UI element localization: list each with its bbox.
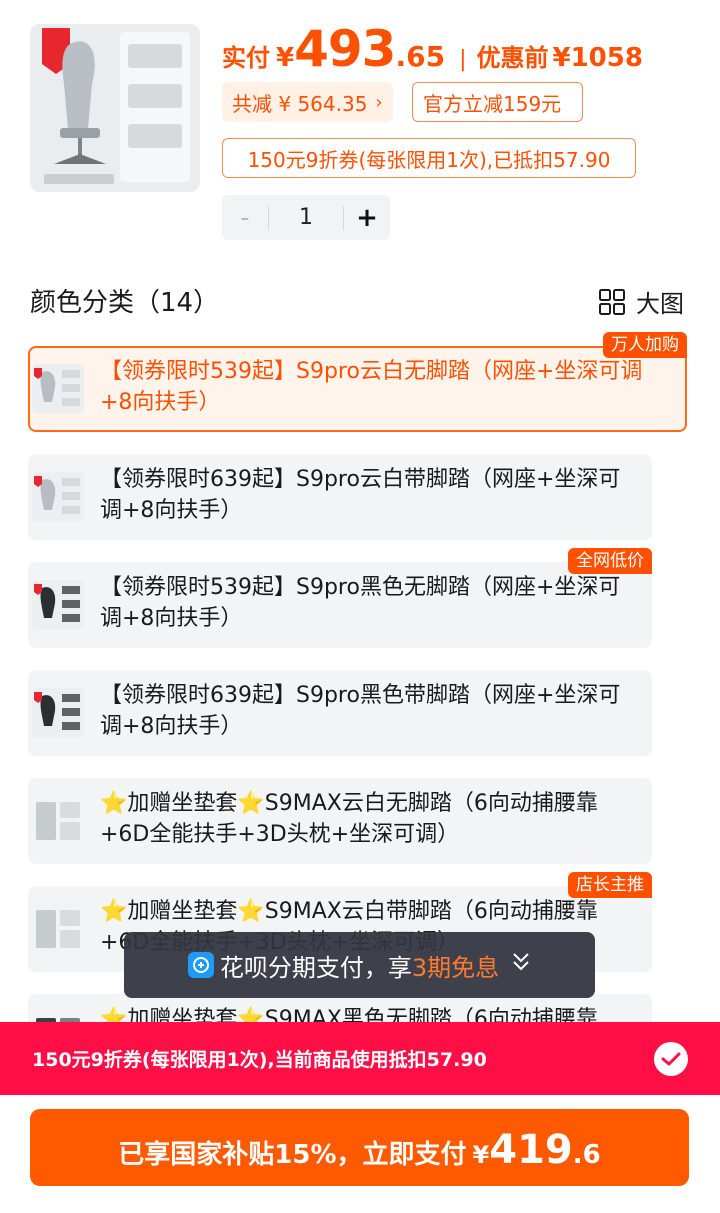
white-chair-icon — [32, 472, 84, 522]
price-currency: ¥ — [276, 43, 295, 73]
black-chair-icon — [32, 580, 84, 630]
variant-option[interactable]: ⭐加赠坐垫套⭐S9MAX云白无脚踏（6向动捕腰靠+6D全能扶手+3D头枕+坐深可… — [28, 778, 652, 864]
decrease-button[interactable]: - — [222, 203, 268, 233]
chevron-right-icon: › — [375, 91, 383, 113]
price-label: 实付 — [222, 44, 270, 72]
pay-currency: ¥ — [472, 1141, 490, 1169]
white-chair-icon — [32, 796, 84, 846]
section-title: 颜色分类（14） — [30, 288, 220, 318]
variant-option[interactable]: 【领券限时539起】S9pro云白无脚踏（网座+坐深可调+8向扶手） 万人加购 — [28, 332, 687, 432]
check-circle-icon[interactable] — [654, 1042, 688, 1076]
variant-option[interactable]: 【领券限时639起】S9pro黑色带脚踏（网座+坐深可调+8向扶手） — [28, 670, 652, 756]
coupon-chip-text: 150元9折券(每张限用1次),已抵扣57.90 — [247, 147, 611, 172]
black-chair-icon — [32, 688, 84, 738]
variant-badge: 全网低价 — [568, 548, 652, 574]
toast-highlight: 3期免息 — [411, 953, 500, 982]
double-chevron-down-icon — [511, 951, 531, 979]
original-price-label: 优惠前 — [476, 44, 549, 72]
quantity-stepper: - 1 + — [222, 195, 390, 240]
installment-toast[interactable]: 花呗分期支付，享 3期免息 — [124, 932, 595, 998]
official-discount-text: 官方立减159元 — [423, 91, 562, 116]
total-discount-text: 共减 ¥ 564.35 — [232, 91, 368, 116]
variant-thumbnail — [32, 904, 84, 954]
grid-icon — [599, 288, 625, 315]
pay-amount-integer: 419 — [489, 1127, 573, 1173]
variant-thumbnail — [32, 796, 84, 846]
toast-text: 花呗分期支付，享 — [219, 953, 412, 982]
huabei-icon — [187, 952, 214, 978]
price-separator: | — [459, 47, 467, 72]
pay-button-label: 已享国家补贴15%，立即支付 — [118, 1140, 467, 1170]
white-chair-icon — [32, 904, 84, 954]
variant-thumbnail — [32, 688, 84, 738]
office-chair-photo-icon — [30, 24, 200, 192]
variant-option[interactable]: 【领券限时539起】S9pro黑色无脚踏（网座+坐深可调+8向扶手） 全网低价 — [28, 548, 652, 648]
variant-thumbnail — [32, 472, 84, 522]
big-image-toggle[interactable]: 大图 — [598, 284, 684, 319]
price-row: 实付 ¥ 493 .65 | 优惠前 ¥1058 — [222, 20, 643, 80]
pay-amount-decimal: .6 — [572, 1140, 601, 1170]
variant-thumbnail — [32, 580, 84, 630]
coupon-bar[interactable]: 150元9折券(每张限用1次),当前商品使用抵扣57.90 — [0, 1022, 720, 1095]
variant-badge: 万人加购 — [603, 332, 687, 358]
increase-button[interactable]: + — [344, 203, 390, 233]
pay-button[interactable]: 已享国家补贴15%，立即支付 ¥ 419 .6 — [30, 1109, 689, 1186]
variant-badge: 店长主推 — [568, 872, 652, 898]
quantity-value[interactable]: 1 — [268, 205, 344, 230]
total-discount-chip[interactable]: 共减 ¥ 564.35 › — [222, 82, 393, 122]
coupon-chip: 150元9折券(每张限用1次),已抵扣57.90 — [222, 138, 636, 178]
variant-label: 【领券限时639起】S9pro云白带脚踏（网座+坐深可调+8向扶手） — [100, 467, 621, 523]
variant-label: 【领券限时639起】S9pro黑色带脚踏（网座+坐深可调+8向扶手） — [100, 683, 621, 739]
white-chair-icon — [32, 364, 84, 414]
sku-selector-page: 实付 ¥ 493 .65 | 优惠前 ¥1058 共减 ¥ 564.35 › 官… — [0, 0, 720, 1213]
price-decimal: .65 — [395, 40, 446, 73]
variant-label: 【领券限时539起】S9pro云白无脚踏（网座+坐深可调+8向扶手） — [100, 359, 643, 415]
coupon-bar-text: 150元9折券(每张限用1次),当前商品使用抵扣57.90 — [32, 1049, 487, 1071]
product-image[interactable] — [30, 24, 200, 192]
official-discount-chip: 官方立减159元 — [412, 82, 583, 122]
big-image-label: 大图 — [636, 290, 684, 318]
price-integer: 493 — [294, 20, 396, 78]
variant-label: 【领券限时539起】S9pro黑色无脚踏（网座+坐深可调+8向扶手） — [100, 575, 621, 631]
variant-thumbnail — [32, 364, 84, 414]
pay-footer: 已享国家补贴15%，立即支付 ¥ 419 .6 — [0, 1095, 720, 1213]
variant-label: ⭐加赠坐垫套⭐S9MAX云白无脚踏（6向动捕腰靠+6D全能扶手+3D头枕+坐深可… — [100, 791, 598, 847]
original-price: ¥1058 — [552, 43, 643, 73]
variant-option[interactable]: 【领券限时639起】S9pro云白带脚踏（网座+坐深可调+8向扶手） — [28, 454, 652, 540]
